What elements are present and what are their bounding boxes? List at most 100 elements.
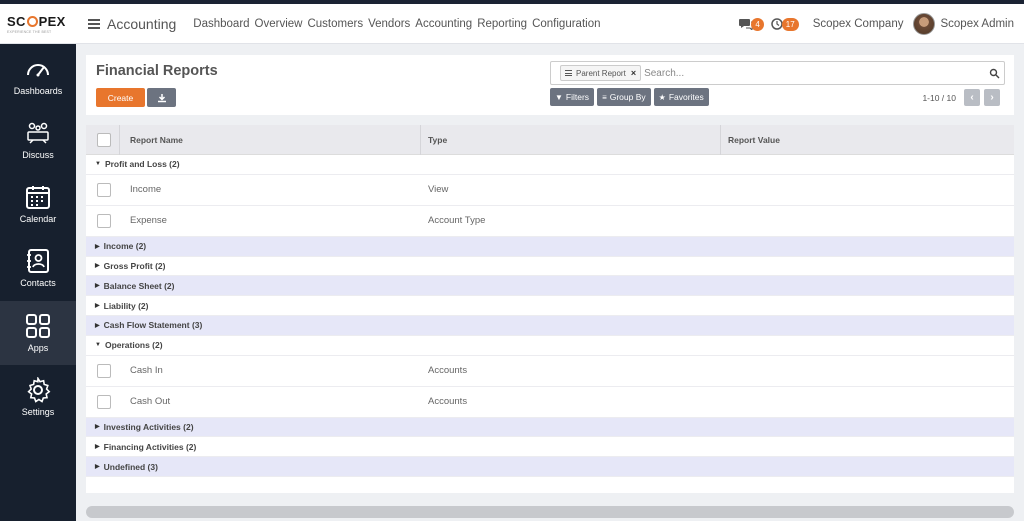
- contacts-icon: [27, 249, 49, 273]
- row-checkbox[interactable]: [97, 394, 111, 409]
- pager-next-icon[interactable]: ›: [984, 89, 1000, 106]
- column-type[interactable]: Type: [428, 125, 447, 155]
- create-button[interactable]: Create: [96, 88, 145, 107]
- star-icon: ★: [658, 92, 666, 102]
- groupby-label: Group By: [609, 92, 646, 102]
- gear-icon: [27, 377, 51, 403]
- nav-accounting[interactable]: Accounting: [415, 18, 472, 30]
- cell-type: Account Type: [428, 215, 486, 227]
- app-title[interactable]: Accounting: [107, 16, 176, 32]
- sidebar-label: Dashboards: [13, 86, 63, 96]
- group-label: Financing Activities (2): [103, 441, 197, 452]
- sidebar-item-contacts[interactable]: Contacts: [0, 236, 76, 300]
- sidebar-label: Apps: [27, 343, 49, 353]
- column-report-name[interactable]: Report Name: [130, 125, 183, 155]
- header-divider: [420, 125, 421, 155]
- header-right: 4 17 Scopex Company Scopex Admin: [739, 4, 1014, 44]
- cell-report-name: Expense: [130, 215, 167, 227]
- sidebar-item-calendar[interactable]: Calendar: [0, 172, 76, 236]
- nav-customers[interactable]: Customers: [307, 18, 363, 30]
- caret-right-icon: ▶: [95, 464, 100, 471]
- group-label: Operations (2): [104, 340, 163, 351]
- caret-right-icon: ▶: [95, 424, 100, 431]
- nav-reporting[interactable]: Reporting: [477, 18, 527, 30]
- user-menu[interactable]: Scopex Admin: [940, 18, 1014, 30]
- apps-grid-icon: [26, 314, 50, 338]
- nav-vendors[interactable]: Vendors: [368, 18, 410, 30]
- group-row[interactable]: ▶ Balance Sheet (2): [86, 276, 1014, 297]
- search-bar[interactable]: Parent Report × Search...: [550, 61, 1005, 85]
- caret-right-icon: ▶: [95, 283, 100, 290]
- download-button[interactable]: [147, 88, 176, 107]
- caret-right-icon: ▶: [95, 263, 100, 270]
- group-label: Cash Flow Statement (3): [103, 320, 203, 331]
- activities-button[interactable]: 17: [770, 17, 799, 31]
- caret-right-icon: ▶: [95, 444, 100, 451]
- filters-button[interactable]: ▼ Filters: [550, 88, 595, 106]
- page-title: Financial Reports: [96, 63, 218, 79]
- facet-label: Parent Report: [576, 68, 626, 78]
- pager-value[interactable]: 1-10 / 10: [922, 93, 956, 103]
- nav-dashboard[interactable]: Dashboard: [193, 18, 249, 30]
- sidebar-item-dashboards[interactable]: Dashboards: [0, 44, 76, 108]
- sidebar-item-settings[interactable]: Settings: [0, 365, 76, 429]
- favorites-label: Favorites: [668, 92, 704, 102]
- row-checkbox[interactable]: [97, 363, 111, 378]
- row-checkbox[interactable]: [97, 213, 111, 228]
- group-row[interactable]: ▶ Cash Flow Statement (3): [86, 315, 1014, 336]
- header-divider: [119, 125, 120, 155]
- facet-lines-icon: [565, 70, 572, 76]
- group-row[interactable]: ▶ Investing Activities (2): [86, 417, 1014, 438]
- group-label: Balance Sheet (2): [103, 280, 175, 291]
- brand-logo[interactable]: SC PEX EXPERIENCE THE BEST: [0, 4, 76, 44]
- group-row[interactable]: ▶ Undefined (3): [86, 457, 1014, 477]
- group-row[interactable]: ▶ Income (2): [86, 236, 1014, 257]
- nav-configuration[interactable]: Configuration: [532, 18, 600, 30]
- user-avatar[interactable]: [913, 13, 936, 35]
- caret-right-icon: ▶: [95, 243, 100, 250]
- cell-report-name: Cash Out: [130, 396, 171, 408]
- row-checkbox[interactable]: [97, 182, 111, 197]
- cell-type: Accounts: [428, 396, 468, 408]
- top-nav: Dashboard Overview Customers Vendors Acc…: [193, 18, 600, 30]
- pager-prev-icon[interactable]: ‹: [964, 89, 980, 106]
- facet-remove-icon[interactable]: ×: [631, 68, 636, 78]
- company-switcher[interactable]: Scopex Company: [813, 18, 904, 30]
- group-label: Income (2): [103, 241, 147, 252]
- groupby-button[interactable]: ≡ Group By: [597, 88, 651, 106]
- caret-down-icon: ▼: [95, 161, 101, 168]
- group-row[interactable]: ▼ Operations (2): [86, 336, 1014, 356]
- pager: 1-10 / 10 ‹ ›: [922, 89, 1000, 106]
- filters-label: Filters: [565, 92, 590, 102]
- group-row[interactable]: ▶ Gross Profit (2): [86, 257, 1014, 277]
- sidebar-item-discuss[interactable]: Discuss: [0, 108, 76, 172]
- control-panel: Financial Reports Create Parent Report ×…: [86, 55, 1014, 115]
- logo-tagline: EXPERIENCE THE BEST: [7, 29, 52, 34]
- gauge-icon: [27, 64, 49, 77]
- search-facet[interactable]: Parent Report ×: [560, 65, 642, 81]
- discuss-icon: [27, 122, 49, 144]
- logo-left: SC: [7, 13, 26, 29]
- group-label: Undefined (3): [103, 461, 158, 472]
- favorites-button[interactable]: ★ Favorites: [653, 88, 709, 106]
- column-report-value[interactable]: Report Value: [728, 125, 780, 155]
- messages-button[interactable]: 4: [739, 17, 764, 31]
- group-row[interactable]: ▶ Liability (2): [86, 296, 1014, 316]
- group-row[interactable]: ▼ Profit and Loss (2): [86, 155, 1014, 175]
- search-input[interactable]: Search...: [644, 68, 684, 79]
- table-row[interactable]: Income View: [86, 175, 1014, 206]
- sidebar-item-apps[interactable]: Apps: [0, 301, 76, 365]
- select-all-checkbox[interactable]: [97, 133, 111, 147]
- table-row[interactable]: Expense Account Type: [86, 206, 1014, 237]
- menu-toggle-icon[interactable]: [88, 18, 100, 29]
- nav-overview[interactable]: Overview: [255, 18, 303, 30]
- table-row[interactable]: Cash In Accounts: [86, 356, 1014, 387]
- search-icon[interactable]: [989, 68, 1000, 79]
- caret-right-icon: ▶: [95, 322, 100, 329]
- group-row[interactable]: ▶ Financing Activities (2): [86, 437, 1014, 458]
- table-row[interactable]: Cash Out Accounts: [86, 387, 1014, 418]
- sidebar: Dashboards Discuss Calendar Contacts App…: [0, 44, 76, 521]
- horizontal-scrollbar[interactable]: [86, 506, 1014, 518]
- logo-right: PEX: [38, 13, 66, 29]
- cell-report-name: Cash In: [130, 365, 163, 377]
